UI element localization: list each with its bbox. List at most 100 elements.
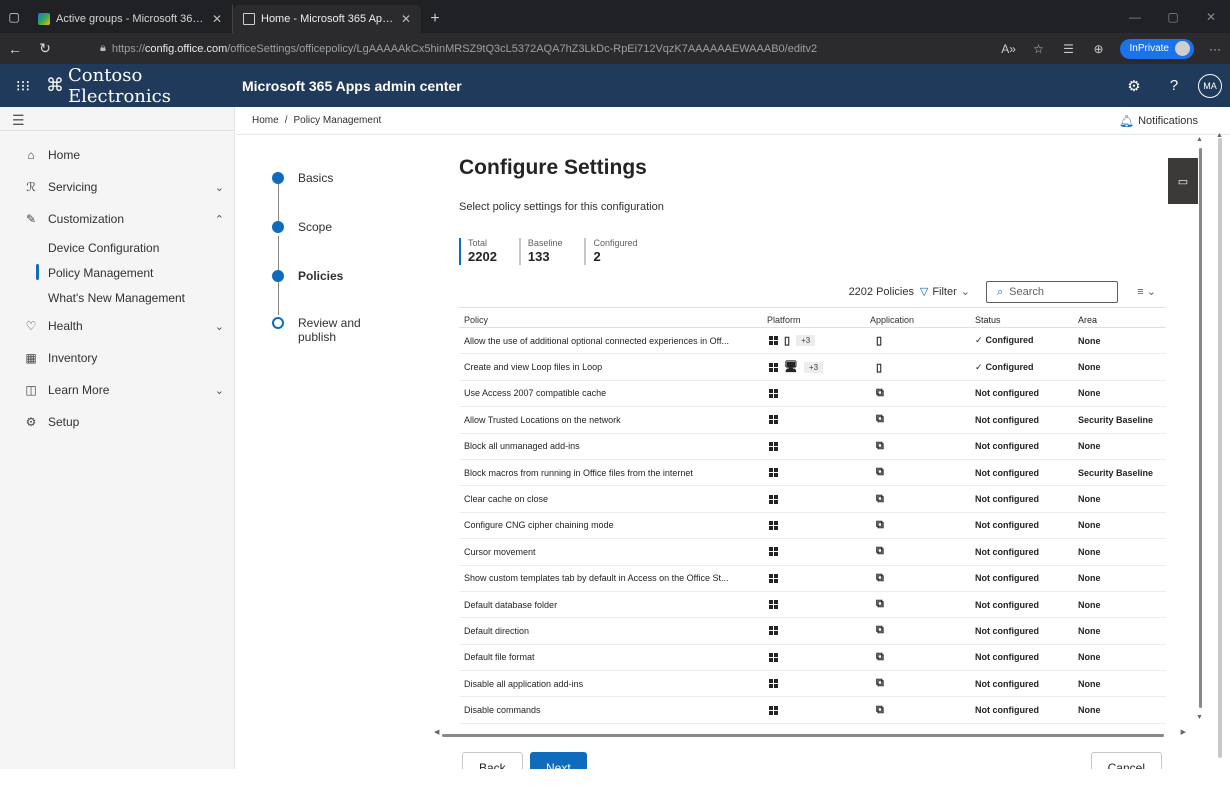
policy-name[interactable]: Cursor movement xyxy=(459,547,763,557)
help-icon[interactable]: ? xyxy=(1154,77,1194,94)
policy-name[interactable]: Default file format xyxy=(459,652,763,662)
close-tab-icon[interactable]: ✕ xyxy=(401,12,411,26)
app-launcher-icon[interactable]: ⁝⁝⁝ xyxy=(0,77,46,95)
back-arrow-icon[interactable]: ← xyxy=(0,33,30,64)
nav-item-learn-more[interactable]: ◫ Learn More ⌄ xyxy=(0,374,234,406)
nav-item-inventory[interactable]: ▦ Inventory xyxy=(0,342,234,374)
scroll-right-icon[interactable]: ▶ xyxy=(1181,728,1186,736)
refresh-icon[interactable]: ↻ xyxy=(30,33,60,64)
search-input[interactable]: ⌕ Search xyxy=(986,281,1118,303)
collapse-nav-icon[interactable]: ☰ xyxy=(0,107,234,131)
column-header-policy[interactable]: Policy xyxy=(459,315,763,325)
application-cell: ⧉ xyxy=(866,704,971,717)
scrollbar-thumb[interactable] xyxy=(1218,138,1222,758)
user-avatar[interactable]: MA xyxy=(1198,73,1222,98)
read-aloud-icon[interactable]: A» xyxy=(994,42,1024,56)
table-row[interactable]: Allow the use of additional optional con… xyxy=(459,328,1166,355)
chevron-down-icon: ⌄ xyxy=(214,181,224,194)
table-row[interactable]: Disable all application add-ins ⧉ Not conf… xyxy=(459,671,1166,698)
scrollbar-thumb[interactable] xyxy=(1199,148,1202,708)
table-row[interactable]: Default database folder ⧉ Not configured No… xyxy=(459,592,1166,619)
table-row[interactable]: Show custom templates tab by default in … xyxy=(459,566,1166,592)
close-window-icon[interactable]: ✕ xyxy=(1192,0,1230,33)
stat-label: Total xyxy=(468,238,488,248)
scrollbar-thumb[interactable] xyxy=(442,734,1164,737)
platform-cell xyxy=(763,573,866,583)
step-basics[interactable]: Basics xyxy=(272,171,333,185)
step-scope[interactable]: Scope xyxy=(272,220,332,234)
step-policies[interactable]: Policies xyxy=(272,269,343,283)
policy-name[interactable]: Disable commands xyxy=(459,705,763,715)
vertical-scrollbar[interactable]: ▲ ▼ xyxy=(1196,136,1210,769)
scroll-down-icon[interactable]: ▼ xyxy=(1196,714,1203,721)
more-platforms-badge[interactable]: +3 xyxy=(803,361,824,373)
inprivate-badge[interactable]: InPrivate xyxy=(1119,38,1194,59)
table-row[interactable]: Clear cache on close ⧉ Not configured None xyxy=(459,486,1166,513)
next-button[interactable]: Next xyxy=(530,752,587,769)
browser-tab[interactable]: Active groups - Microsoft 365 ad ✕ xyxy=(28,5,233,33)
table-row[interactable]: Default file format ⧉ Not configured None xyxy=(459,645,1166,672)
more-platforms-badge[interactable]: +3 xyxy=(796,335,816,347)
restore-icon[interactable]: ▢ xyxy=(1154,0,1192,33)
policy-name[interactable]: Show custom templates tab by default in … xyxy=(459,573,763,583)
policy-name[interactable]: Create and view Loop files in Loop xyxy=(459,362,763,372)
browser-tab-active[interactable]: Home - Microsoft 365 Apps adm ✕ xyxy=(233,5,421,33)
horizontal-scrollbar[interactable]: ◀ ▶ xyxy=(434,728,1194,739)
policy-name[interactable]: Allow the use of additional optional con… xyxy=(459,336,763,346)
tab-actions-icon[interactable]: ▢ xyxy=(0,0,28,33)
nav-item-setup[interactable]: ⚙ Setup xyxy=(0,406,234,438)
table-row[interactable]: Configure CNG cipher chaining mode ⧉ Not c… xyxy=(459,513,1166,540)
table-row[interactable]: Default direction ⧉ Not configured None xyxy=(459,618,1166,645)
policy-name[interactable]: Use Access 2007 compatible cache xyxy=(459,388,763,398)
back-button[interactable]: Back xyxy=(462,752,523,769)
scroll-up-icon[interactable]: ▲ xyxy=(1196,136,1203,143)
table-row[interactable]: Cursor movement ⧉ Not configured None xyxy=(459,539,1166,566)
policy-name[interactable]: Default database folder xyxy=(459,600,763,610)
nav-item-servicing[interactable]: ℛ Servicing ⌄ xyxy=(0,171,234,203)
settings-gear-icon[interactable]: ⚙ xyxy=(1114,77,1154,95)
more-icon[interactable]: ··· xyxy=(1200,42,1230,56)
feedback-button[interactable]: ▭ xyxy=(1168,158,1198,204)
table-row[interactable]: Block macros from running in Office file… xyxy=(459,460,1166,487)
column-header-status[interactable]: Status xyxy=(971,315,1074,325)
policy-name[interactable]: Configure CNG cipher chaining mode xyxy=(459,520,763,530)
minimize-icon[interactable]: — xyxy=(1116,0,1154,33)
favorites-icon[interactable]: ☰ xyxy=(1054,42,1084,56)
column-header-platform[interactable]: Platform xyxy=(763,315,866,325)
url-field[interactable]: 🔒︎ https://config.office.com/officeSetti… xyxy=(100,37,860,60)
policy-name[interactable]: Default direction xyxy=(459,626,763,636)
policy-name[interactable]: Allow Trusted Locations on the network xyxy=(459,415,763,425)
nav-sub-policy-management[interactable]: Policy Management xyxy=(0,260,234,285)
policy-name[interactable]: Clear cache on close xyxy=(459,494,763,504)
nav-item-health[interactable]: ♡ Health ⌄ xyxy=(0,310,234,342)
nav-sub-device-configuration[interactable]: Device Configuration xyxy=(0,235,234,260)
table-row[interactable]: Create and view Loop files in Loop 🖥︎ +3 ▯ ✓… xyxy=(459,354,1166,381)
page-scrollbar[interactable]: ▲ xyxy=(1212,132,1230,769)
table-row[interactable]: Allow Trusted Locations on the network ⧉ N… xyxy=(459,407,1166,434)
collections-icon[interactable]: ⊕ xyxy=(1084,42,1114,56)
notifications-button[interactable]: 🔔︎ Notifications xyxy=(1119,114,1198,128)
column-header-application[interactable]: Application xyxy=(866,315,971,325)
step-review-and-publish[interactable]: Review and publish xyxy=(272,316,368,344)
cancel-button[interactable]: Cancel xyxy=(1090,752,1162,769)
brand[interactable]: ⌘ Contoso Electronics xyxy=(46,65,242,107)
filter-button[interactable]: ▽ Filter ⌄ xyxy=(920,285,970,299)
scroll-left-icon[interactable]: ◀ xyxy=(434,728,439,736)
policy-name[interactable]: Block all unmanaged add-ins xyxy=(459,441,763,451)
view-options-icon[interactable]: ≡ ⌄ xyxy=(1137,285,1156,298)
policy-name[interactable]: Disable all application add-ins xyxy=(459,679,763,689)
nav-sub-whats-new-management[interactable]: What's New Management xyxy=(0,285,234,310)
breadcrumb-home[interactable]: Home xyxy=(252,115,279,126)
nav-item-home[interactable]: ⌂ Home xyxy=(0,139,234,171)
new-tab-icon[interactable]: + xyxy=(421,5,449,33)
table-row[interactable]: Block all unmanaged add-ins ⧉ Not configur… xyxy=(459,434,1166,460)
nav-item-customization[interactable]: ✎ Customization ⌃ xyxy=(0,203,234,235)
column-header-area[interactable]: Area xyxy=(1074,315,1166,325)
policy-name[interactable]: Block macros from running in Office file… xyxy=(459,468,763,478)
area-cell: None xyxy=(1078,573,1101,584)
close-tab-icon[interactable]: ✕ xyxy=(212,12,222,26)
page-title: Configure Settings xyxy=(459,156,647,179)
table-row[interactable]: Disable commands ⧉ Not configured None xyxy=(459,697,1166,724)
table-row[interactable]: Use Access 2007 compatible cache ⧉ Not con… xyxy=(459,381,1166,408)
add-favorite-icon[interactable]: ☆ xyxy=(1024,42,1054,56)
